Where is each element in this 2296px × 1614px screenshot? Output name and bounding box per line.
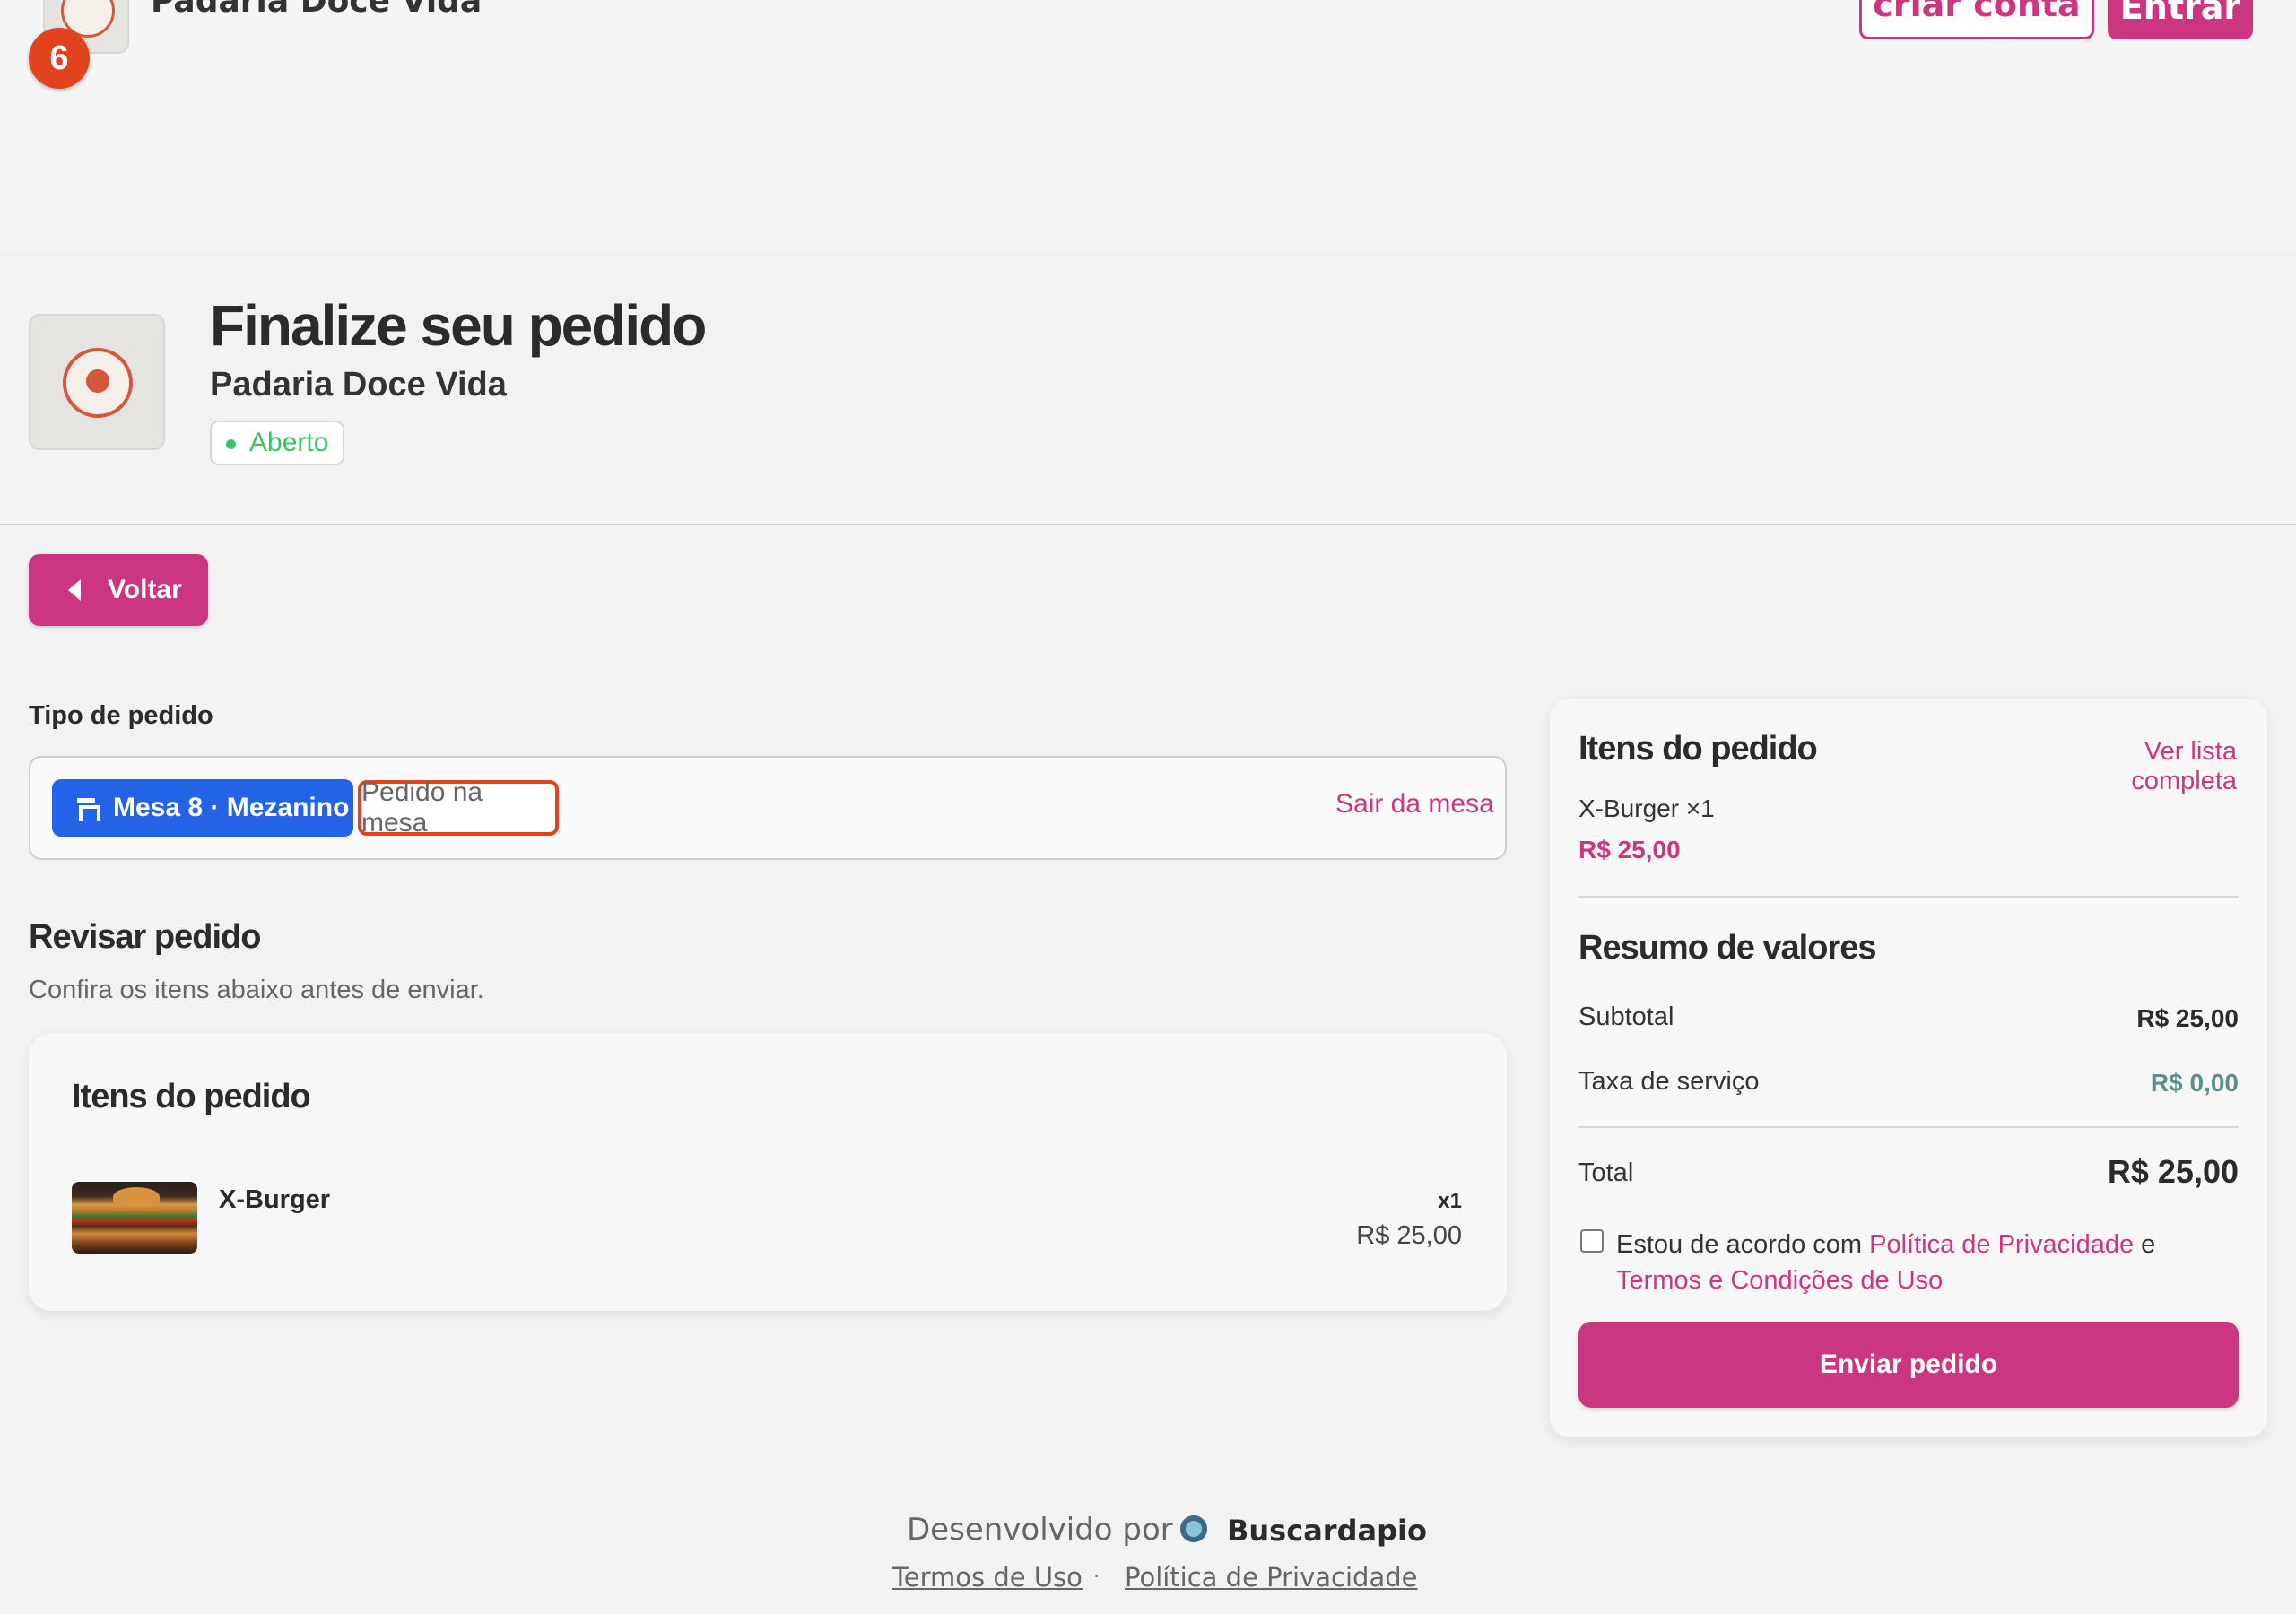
summary-item-price: R$ 25,00 [1578,836,1681,863]
store-logo [29,314,165,450]
total-value: R$ 25,00 [2107,1153,2239,1190]
agree-text: Estou de acordo com Política de Privacid… [1616,1227,2244,1298]
footer-separator: · [1092,1560,1101,1588]
table-icon [77,798,100,821]
footer-terms-link[interactable]: Termos de Uso [892,1562,1083,1592]
item-price: R$ 25,00 [1356,1221,1462,1250]
header-store-name: Padaria Doce Vida [151,0,483,20]
leave-table-link[interactable]: Sair da mesa [1335,789,1494,820]
seal-icon [63,348,133,418]
order-mode-tag[interactable]: Pedido na mesa [358,777,559,837]
status-badge: Aberto [210,421,344,465]
terms-link[interactable]: Termos e Condições de Uso [1616,1266,1943,1295]
item-name: X-Burger [219,1185,331,1214]
item-image [72,1182,197,1254]
privacy-policy-link[interactable]: Política de Privacidade [1869,1230,2134,1259]
login-button[interactable]: Entrar [2108,0,2253,39]
review-title: Revisar pedido [29,918,261,956]
notification-badge[interactable]: 6 [29,28,90,89]
buscardapio-logo-icon [1180,1515,1207,1542]
back-button[interactable]: Voltar [29,554,208,626]
total-label: Total [1578,1158,1634,1187]
view-full-list-link[interactable]: Ver lista completa [2034,737,2237,796]
divider [1578,1126,2239,1128]
divider [1578,896,2239,898]
footer-privacy-link[interactable]: Política de Privacidade [1125,1562,1417,1592]
divider [0,524,2296,525]
review-items-card [29,1033,1507,1311]
service-fee-label: Taxa de serviço [1578,1067,1760,1096]
create-account-button[interactable]: criar conta [1859,0,2094,39]
summary-item-name: X-Burger ×1 [1578,794,1715,822]
status-dot-icon [226,439,236,449]
chevron-left-icon [68,579,81,601]
footer-brand[interactable]: Buscardapio [1227,1514,1427,1548]
subtotal-value: R$ 25,00 [2136,1004,2239,1032]
status-text: Aberto [249,428,329,457]
submit-order-button[interactable]: Enviar pedido [1578,1322,2239,1408]
item-quantity: x1 [1438,1189,1462,1213]
review-items-title: Itens do pedido [72,1078,311,1115]
agree-checkbox[interactable] [1580,1229,1604,1253]
table-chip[interactable]: Mesa 8 · Mezanino [52,779,353,837]
footer-developed-by: Desenvolvido por [907,1512,1173,1548]
table-chip-label: Mesa 8 · Mezanino [113,793,350,822]
back-button-label: Voltar [108,575,182,604]
values-summary-title: Resumo de valores [1578,929,1876,967]
store-name: Padaria Doce Vida [210,366,507,404]
review-subtitle: Confira os itens abaixo antes de enviar. [29,976,484,1004]
service-fee-value: R$ 0,00 [2150,1069,2239,1097]
agree-and: e [2141,1230,2156,1259]
summary-items-title: Itens do pedido [1578,730,1818,768]
order-type-label: Tipo de pedido [29,701,213,730]
page-title: Finalize seu pedido [210,293,707,358]
subtotal-label: Subtotal [1578,1002,1674,1031]
agree-prefix: Estou de acordo com [1616,1230,1863,1259]
